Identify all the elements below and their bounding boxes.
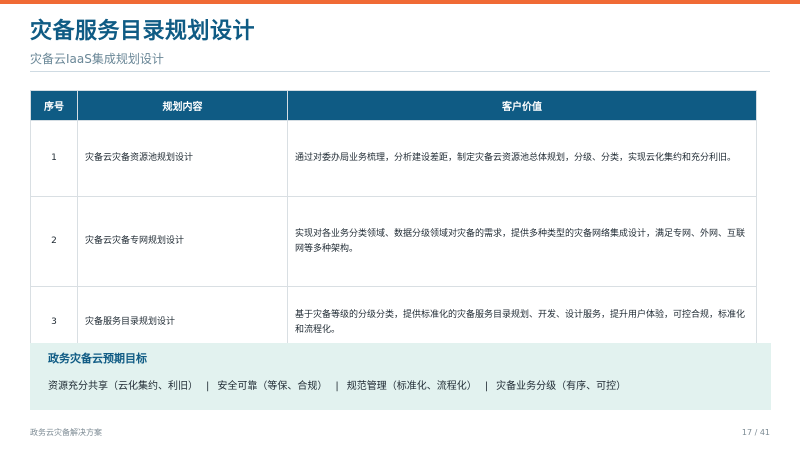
table-header-row: 序号 规划内容 客户价值 bbox=[30, 90, 757, 121]
table-row: 2 灾备云灾备专网规划设计 实现对各业务分类领域、数据分级领域对灾备的需求，提供… bbox=[30, 196, 757, 287]
goal-item: 灾备业务分级（有序、可控） bbox=[496, 381, 627, 392]
customer-value: 实现对各业务分类领域、数据分级领域对灾备的需求，提供多种类型的灾备网络集成设计，… bbox=[287, 196, 757, 287]
table-row: 1 灾备云灾备资源池规划设计 通过对委办局业务梳理，分析建设差距，制定灾备云资源… bbox=[30, 120, 757, 197]
goal-item: 资源充分共享（云化集约、利旧） bbox=[48, 381, 198, 392]
column-header-number: 序号 bbox=[30, 90, 78, 121]
goal-separator: | bbox=[335, 381, 339, 392]
goals-title: 政务灾备云预期目标 bbox=[48, 352, 147, 365]
customer-value: 通过对委办局业务梳理，分析建设差距，制定灾备云资源池总体规划，分级、分类，实现云… bbox=[287, 120, 757, 197]
row-number: 1 bbox=[30, 120, 78, 197]
service-catalog-table-wrap: 序号 规划内容 客户价值 1 灾备云灾备资源池规划设计 通过对委办局业务梳理，分… bbox=[30, 90, 757, 359]
column-header-value: 客户价值 bbox=[287, 90, 757, 121]
goal-separator: | bbox=[484, 381, 489, 392]
expected-goals-panel: 政务灾备云预期目标 资源充分共享（云化集约、利旧） | 安全可靠（等保、合规） | 规范… bbox=[30, 343, 771, 410]
page-subtitle: 灾备云IaaS集成规划设计 bbox=[30, 52, 164, 66]
subtitle-divider bbox=[30, 71, 770, 72]
top-accent-bar bbox=[0, 0, 800, 4]
goals-list: 资源充分共享（云化集约、利旧） | 安全可靠（等保、合规） | 规范管理（标准化、流程化… bbox=[48, 379, 626, 395]
planning-content: 灾备云灾备专网规划设计 bbox=[77, 196, 288, 287]
goal-item: 规范管理（标准化、流程化） bbox=[346, 381, 477, 392]
page-number: 17 / 41 bbox=[741, 428, 770, 437]
page-title: 灾备服务目录规划设计 bbox=[30, 19, 256, 44]
planning-content: 灾备云灾备资源池规划设计 bbox=[77, 120, 288, 197]
footer-title: 政务云灾备解决方案 bbox=[30, 428, 102, 437]
goal-separator: | bbox=[206, 381, 210, 392]
goal-item: 安全可靠（等保、合规） bbox=[217, 381, 328, 392]
column-header-content: 规划内容 bbox=[77, 90, 288, 121]
row-number: 2 bbox=[30, 196, 78, 287]
service-catalog-table: 序号 规划内容 客户价值 1 灾备云灾备资源池规划设计 通过对委办局业务梳理，分… bbox=[30, 90, 757, 359]
